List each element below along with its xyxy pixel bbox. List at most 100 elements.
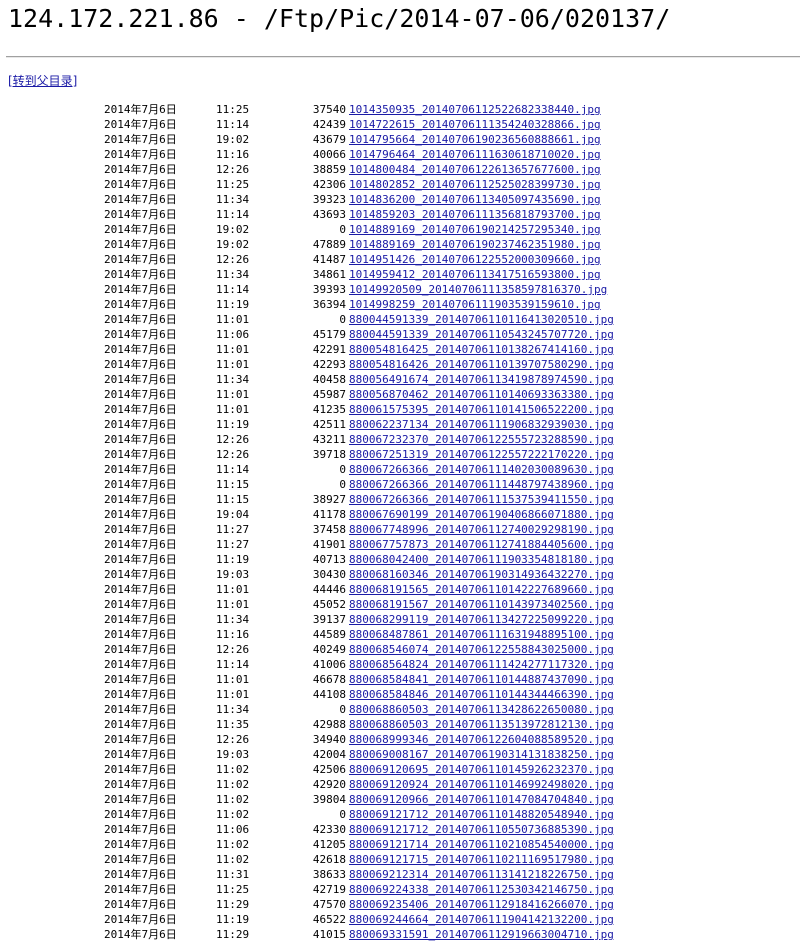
file-link[interactable]: 1014859203_20140706111356818793700.jpg [349, 207, 601, 222]
file-date: 2014年7月6日 [104, 898, 177, 911]
file-date: 2014年7月6日 [104, 343, 177, 356]
file-date: 2014年7月6日 [104, 373, 177, 386]
file-link[interactable]: 880069120924_20140706110146992498020.jpg [349, 777, 614, 792]
file-date: 2014年7月6日 [104, 328, 177, 341]
file-link[interactable]: 880061575395_20140706110141506522200.jpg [349, 402, 614, 417]
file-link[interactable]: 880067266366_20140706111537539411550.jpg [349, 492, 614, 507]
file-link[interactable]: 880069244664_20140706111904142132200.jpg [349, 912, 614, 927]
file-date: 2014年7月6日 [104, 598, 177, 611]
file-link[interactable]: 880069121712_20140706110550736885390.jpg [349, 822, 614, 837]
file-link[interactable]: 880067266366_20140706111448797438960.jpg [349, 477, 614, 492]
file-link[interactable]: 880044591339_20140706110543245707720.jpg [349, 327, 614, 342]
file-link[interactable]: 1014836200_20140706113405097435690.jpg [349, 192, 601, 207]
file-link[interactable]: 1014959412_20140706113417516593800.jpg [349, 267, 601, 282]
file-date: 2014年7月6日 [104, 763, 177, 776]
file-link[interactable]: 880068860503_20140706113513972812130.jpg [349, 717, 614, 732]
file-size: 41006 [312, 658, 346, 671]
file-date: 2014年7月6日 [104, 883, 177, 896]
file-size: 41015 [312, 928, 346, 941]
file-link[interactable]: 880069121714_20140706110210854540000.jpg [349, 837, 614, 852]
file-link[interactable]: 880068191567_20140706110143973402560.jpg [349, 597, 614, 612]
file-size: 44446 [312, 583, 346, 596]
file-link[interactable]: 880067757873_20140706112741884405600.jpg [349, 537, 614, 552]
file-size: 0 [339, 478, 346, 491]
file-time: 12:26 [216, 163, 250, 176]
file-date: 2014年7月6日 [104, 193, 177, 206]
file-link[interactable]: 880069008167_20140706190314131838250.jpg [349, 747, 614, 762]
file-date: 2014年7月6日 [104, 508, 177, 521]
file-link[interactable]: 880044591339_20140706110116413020510.jpg [349, 312, 614, 327]
file-link[interactable]: 880067251319_20140706122557222170220.jpg [349, 447, 614, 462]
file-link[interactable]: 880067232370_20140706122555723288590.jpg [349, 432, 614, 447]
file-link[interactable]: 1014800484_20140706122613657677600.jpg [349, 162, 601, 177]
file-time: 11:01 [216, 343, 250, 356]
file-time: 11:14 [216, 118, 250, 131]
file-link[interactable]: 1014722615_20140706111354240328866.jpg [349, 117, 601, 132]
file-size: 0 [339, 463, 346, 476]
file-time: 11:14 [216, 658, 250, 671]
file-size: 41178 [312, 508, 346, 521]
file-time: 11:16 [216, 148, 250, 161]
file-link[interactable]: 880067690199_20140706190406866071880.jpg [349, 507, 614, 522]
file-time: 11:01 [216, 673, 250, 686]
file-link[interactable]: 880069212314_20140706113141218226750.jpg [349, 867, 614, 882]
parent-directory-link[interactable]: [转到父目录] [8, 72, 77, 89]
file-link[interactable]: 880068042400_20140706111903354818180.jpg [349, 552, 614, 567]
file-link[interactable]: 1014889169_20140706190214257295340.jpg [349, 222, 601, 237]
file-link[interactable]: 880068546074_20140706122558843025000.jpg [349, 642, 614, 657]
file-link[interactable]: 1014796464_20140706111630618710020.jpg [349, 147, 601, 162]
file-link[interactable]: 880056491674_20140706113419878974590.jpg [349, 372, 614, 387]
file-link[interactable]: 10149920509_20140706111358597816370.jpg [349, 282, 607, 297]
file-date: 2014年7月6日 [104, 808, 177, 821]
file-link[interactable]: 880068487861_20140706111631948895100.jpg [349, 627, 614, 642]
file-link[interactable]: 1014951426_20140706122552000309660.jpg [349, 252, 601, 267]
file-link[interactable]: 880069235406_20140706112918416266070.jpg [349, 897, 614, 912]
file-time: 11:34 [216, 373, 250, 386]
file-time: 19:02 [216, 133, 250, 146]
file-date: 2014年7月6日 [104, 568, 177, 581]
file-time: 12:26 [216, 433, 250, 446]
file-link[interactable]: 880069121715_20140706110211169517980.jpg [349, 852, 614, 867]
file-link[interactable]: 880069224338_20140706112530342146750.jpg [349, 882, 614, 897]
file-link[interactable]: 1014889169_20140706190237462351980.jpg [349, 237, 601, 252]
file-link[interactable]: 1014998259_20140706111903539159610.jpg [349, 297, 601, 312]
file-time: 12:26 [216, 643, 250, 656]
file-link[interactable]: 880068160346_20140706190314936432270.jpg [349, 567, 614, 582]
file-link[interactable]: 880068299119_20140706113427225099220.jpg [349, 612, 614, 627]
file-time: 11:19 [216, 418, 250, 431]
file-link[interactable]: 880067748996_20140706112740029298190.jpg [349, 522, 614, 537]
file-link[interactable]: 880068584841_20140706110144887437090.jpg [349, 672, 614, 687]
file-time: 19:04 [216, 508, 250, 521]
file-link[interactable]: 880056870462_20140706110140693363380.jpg [349, 387, 614, 402]
file-link[interactable]: 880069120695_20140706110145926232370.jpg [349, 762, 614, 777]
file-link[interactable]: 880068564824_20140706111424277117320.jpg [349, 657, 614, 672]
file-link[interactable]: 880068191565_20140706110142227689660.jpg [349, 582, 614, 597]
file-link[interactable]: 1014350935_20140706112522682338440.jpg [349, 102, 601, 117]
file-time: 11:14 [216, 283, 250, 296]
file-link[interactable]: 1014802852_20140706112525028399730.jpg [349, 177, 601, 192]
file-link[interactable]: 880068999346_20140706122604088589520.jpg [349, 732, 614, 747]
file-link[interactable]: 880069120966_20140706110147084704840.jpg [349, 792, 614, 807]
divider [6, 56, 800, 58]
file-size: 37458 [312, 523, 346, 536]
file-time: 11:27 [216, 523, 250, 536]
file-size: 34861 [312, 268, 346, 281]
file-link[interactable]: 1014795664_20140706190236560888661.jpg [349, 132, 601, 147]
file-date: 2014年7月6日 [104, 733, 177, 746]
file-link[interactable]: 880069121712_20140706110148820548940.jpg [349, 807, 614, 822]
file-size: 42988 [312, 718, 346, 731]
file-date: 2014年7月6日 [104, 478, 177, 491]
file-link[interactable]: 880062237134_20140706111906832939030.jpg [349, 417, 614, 432]
file-time: 11:27 [216, 538, 250, 551]
page-title: 124.172.221.86 - /Ftp/Pic/2014-07-06/020… [8, 4, 671, 33]
file-link[interactable]: 880054816426_20140706110139707580290.jpg [349, 357, 614, 372]
file-link[interactable]: 880067266366_20140706111402030089630.jpg [349, 462, 614, 477]
file-link[interactable]: 880068584846_20140706110144344466390.jpg [349, 687, 614, 702]
file-size: 42291 [312, 343, 346, 356]
file-link[interactable]: 880054816425_20140706110138267414160.jpg [349, 342, 614, 357]
file-link[interactable]: 880069331591_20140706112919663004710.jpg [349, 927, 614, 942]
file-link[interactable]: 880068860503_20140706113428622650080.jpg [349, 702, 614, 717]
file-date: 2014年7月6日 [104, 118, 177, 131]
file-date: 2014年7月6日 [104, 853, 177, 866]
file-size: 40713 [312, 553, 346, 566]
